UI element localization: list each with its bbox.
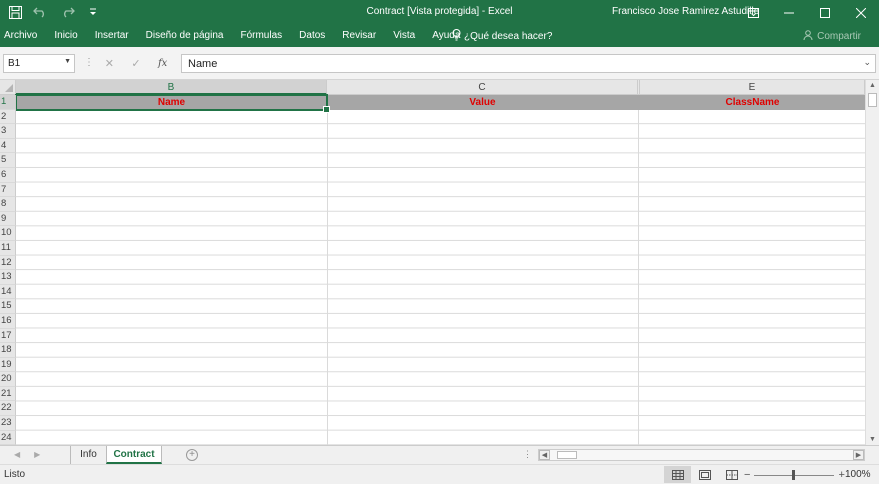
tab-split-handle-icon[interactable]: ⋮ (523, 449, 532, 460)
row-header[interactable]: 10 (0, 226, 16, 241)
row-header[interactable]: 18 (0, 343, 16, 358)
row-header[interactable]: 21 (0, 386, 16, 402)
row-header[interactable]: 24 (0, 430, 16, 445)
formula-buttons: ✕ ✓ fx (96, 54, 176, 73)
window-controls (735, 0, 879, 25)
insert-function-icon[interactable]: fx (158, 58, 167, 69)
column-divider (638, 95, 639, 445)
horizontal-scroll-thumb[interactable] (557, 451, 577, 459)
row-header[interactable]: 1 (0, 95, 16, 110)
expand-formula-icon[interactable]: ⌄ (863, 57, 871, 68)
column-header-c[interactable]: C (327, 80, 638, 95)
cell-area[interactable] (16, 95, 865, 445)
active-cell-selection (15, 94, 330, 113)
horizontal-scrollbar[interactable]: ◀ ▶ (538, 449, 865, 461)
ribbon-tab-list: Archivo Inicio Insertar Diseño de página… (4, 30, 477, 41)
title-bar: Contract [Vista protegida] - Excel Franc… (0, 0, 879, 25)
formula-input[interactable]: Name ⌄ (181, 54, 876, 73)
row-header[interactable]: 12 (0, 255, 16, 271)
name-box-value: B1 (8, 58, 21, 69)
zoom-in-icon[interactable]: + (838, 469, 844, 481)
status-text: Listo (4, 469, 26, 480)
row-headers: 1 2 3 4 5 6 7 8 9 10 11 12 13 14 15 16 1… (0, 95, 16, 445)
row-header[interactable]: 14 (0, 284, 16, 300)
sheet-tab-info[interactable]: Info (70, 446, 106, 464)
zoom-control: − + (744, 469, 845, 481)
lightbulb-icon (452, 29, 461, 44)
scroll-left-icon[interactable]: ◀ (539, 450, 550, 460)
close-icon[interactable] (843, 0, 879, 25)
formula-bar-grip-icon[interactable]: ⋮ (84, 57, 94, 68)
row-header[interactable]: 16 (0, 313, 16, 329)
row-header[interactable]: 4 (0, 138, 16, 154)
tab-inicio[interactable]: Inicio (54, 30, 77, 41)
zoom-slider[interactable] (754, 469, 835, 480)
column-header-e[interactable]: E (640, 80, 865, 95)
column-header-b[interactable]: B (16, 80, 327, 95)
vertical-scrollbar[interactable]: ▲ ▼ (865, 80, 879, 445)
row-header[interactable]: 20 (0, 372, 16, 387)
row-header[interactable]: 7 (0, 182, 16, 198)
tab-diseno-pagina[interactable]: Diseño de página (146, 30, 224, 41)
share-label: Compartir (817, 31, 861, 42)
tab-archivo[interactable]: Archivo (4, 30, 37, 41)
scroll-down-icon[interactable]: ▼ (869, 436, 876, 443)
row-header[interactable]: 8 (0, 197, 16, 212)
normal-view-icon[interactable] (664, 466, 691, 483)
sheet-tab-contract[interactable]: Contract (106, 446, 162, 464)
name-box[interactable]: B1 ▼ (3, 54, 75, 73)
add-sheet-icon[interactable]: + (186, 449, 198, 461)
tab-datos[interactable]: Datos (299, 30, 325, 41)
scroll-right-icon[interactable]: ▶ (853, 450, 864, 460)
row-header[interactable]: 5 (0, 153, 16, 168)
row-header[interactable]: 22 (0, 401, 16, 417)
prev-sheet-icon[interactable]: ◀ (14, 450, 20, 459)
select-all-button[interactable] (0, 80, 16, 95)
tab-insertar[interactable]: Insertar (95, 30, 129, 41)
view-buttons (664, 466, 745, 483)
zoom-out-icon[interactable]: − (744, 469, 750, 481)
ribbon-tabs: Archivo Inicio Insertar Diseño de página… (0, 25, 879, 47)
row-header[interactable]: 11 (0, 240, 16, 256)
minimize-icon[interactable] (771, 0, 807, 25)
tab-formulas[interactable]: Fórmulas (240, 30, 282, 41)
row-header[interactable]: 15 (0, 299, 16, 314)
vertical-scroll-thumb[interactable] (868, 93, 877, 107)
cancel-icon[interactable]: ✕ (105, 57, 114, 70)
scroll-up-icon[interactable]: ▲ (869, 82, 876, 89)
chevron-down-icon[interactable]: ▼ (64, 58, 71, 65)
cell-e1[interactable]: ClassName (640, 95, 865, 110)
sheet-nav: ◀ ▶ (14, 450, 40, 459)
row-header[interactable]: 9 (0, 211, 16, 227)
zoom-level[interactable]: 100% (845, 469, 871, 480)
ribbon-display-icon[interactable] (735, 0, 771, 25)
row-header[interactable]: 23 (0, 416, 16, 431)
share-button[interactable]: Compartir (803, 30, 861, 43)
sheet-tab-bar: ◀ ▶ Info Contract + ⋮ ◀ ▶ (0, 445, 879, 464)
tell-me-box[interactable]: ¿Qué desea hacer? (452, 29, 552, 44)
row-header[interactable]: 2 (0, 109, 16, 125)
cell-c1[interactable]: Value (327, 95, 638, 110)
tab-revisar[interactable]: Revisar (342, 30, 376, 41)
row-header[interactable]: 6 (0, 167, 16, 183)
enter-icon[interactable]: ✓ (131, 57, 140, 70)
formula-bar: B1 ▼ ⋮ ✕ ✓ fx Name ⌄ (0, 47, 879, 80)
page-layout-view-icon[interactable] (691, 466, 718, 483)
spreadsheet-grid[interactable]: B C E Name Value ClassName 1 2 3 4 5 6 7… (0, 80, 865, 445)
row-header[interactable]: 13 (0, 270, 16, 285)
status-bar: Listo − + 100% (0, 464, 879, 484)
row-header[interactable]: 17 (0, 328, 16, 344)
zoom-slider-knob[interactable] (792, 469, 796, 480)
formula-value: Name (188, 58, 218, 70)
row-header[interactable]: 3 (0, 124, 16, 139)
person-icon (803, 30, 813, 43)
row-header[interactable]: 19 (0, 357, 16, 373)
tab-vista[interactable]: Vista (393, 30, 415, 41)
tell-me-label: ¿Qué desea hacer? (464, 31, 553, 42)
next-sheet-icon[interactable]: ▶ (34, 450, 40, 459)
maximize-icon[interactable] (807, 0, 843, 25)
page-break-view-icon[interactable] (718, 466, 745, 483)
column-divider (327, 95, 328, 445)
